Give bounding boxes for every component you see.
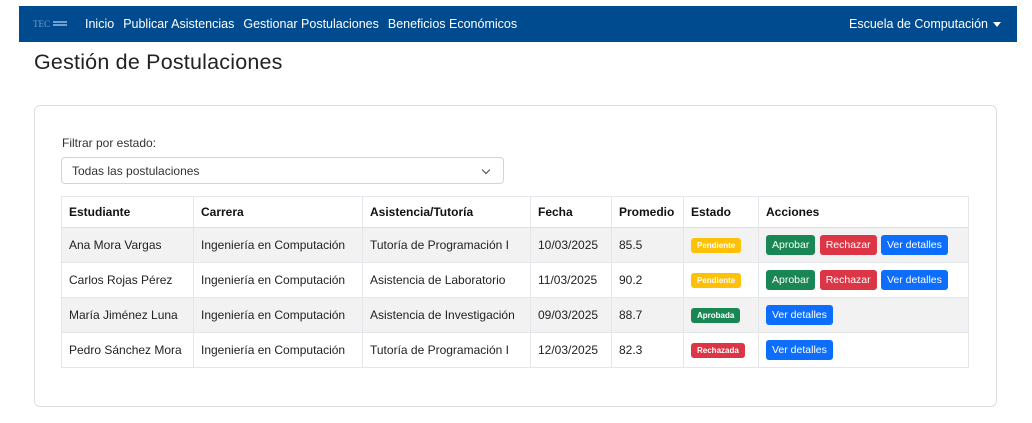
- cell-assistance: Asistencia de Investigación: [362, 297, 531, 333]
- cell-actions: Ver detalles: [758, 297, 969, 333]
- cell-date: 11/03/2025: [530, 262, 612, 298]
- reject-button[interactable]: Rechazar: [819, 270, 877, 290]
- nav-link-gestionar-postulaciones[interactable]: Gestionar Postulaciones: [243, 17, 379, 31]
- nav-link-beneficios-economicos[interactable]: Beneficios Económicos: [388, 17, 517, 31]
- status-filter-value: Todas las postulaciones: [72, 163, 200, 178]
- cell-student: Ana Mora Vargas: [61, 227, 194, 263]
- view-details-button[interactable]: Ver detalles: [766, 340, 833, 360]
- view-details-button[interactable]: Ver detalles: [766, 305, 833, 325]
- header-estado: Estado: [683, 196, 759, 228]
- table-header-row: Estudiante Carrera Asistencia/Tutoría Fe…: [61, 196, 969, 228]
- status-badge: Aprobada: [691, 308, 741, 323]
- cell-average: 85.5: [611, 227, 684, 263]
- cell-actions: Ver detalles: [758, 332, 969, 368]
- cell-assistance: Asistencia de Laboratorio: [362, 262, 531, 298]
- cell-student: Carlos Rojas Pérez: [61, 262, 194, 298]
- cell-date: 10/03/2025: [530, 227, 612, 263]
- cell-average: 90.2: [611, 262, 684, 298]
- header-asistencia: Asistencia/Tutoría: [362, 196, 531, 228]
- table-row: Carlos Rojas Pérez Ingeniería en Computa…: [61, 262, 969, 298]
- page-title: Gestión de Postulaciones: [34, 50, 283, 74]
- cell-actions: Aprobar Rechazar Ver detalles: [758, 262, 969, 298]
- view-details-button[interactable]: Ver detalles: [881, 235, 948, 255]
- cell-date: 12/03/2025: [530, 332, 612, 368]
- cell-average: 82.3: [611, 332, 684, 368]
- header-carrera: Carrera: [193, 196, 363, 228]
- cell-student: María Jiménez Luna: [61, 297, 194, 333]
- school-dropdown-label: Escuela de Computación: [849, 17, 988, 31]
- table-row: Ana Mora Vargas Ingeniería en Computació…: [61, 227, 969, 263]
- cell-assistance: Tutoría de Programación I: [362, 332, 531, 368]
- brand-text: TEC: [33, 19, 50, 29]
- brand-logo[interactable]: TEC: [33, 19, 67, 29]
- status-badge: Rechazada: [691, 343, 745, 358]
- applications-table: Estudiante Carrera Asistencia/Tutoría Fe…: [61, 196, 969, 368]
- cell-status: Pendiente: [683, 262, 759, 298]
- view-details-button[interactable]: Ver detalles: [881, 270, 948, 290]
- header-estudiante: Estudiante: [61, 196, 194, 228]
- table-row: Pedro Sánchez Mora Ingeniería en Computa…: [61, 332, 969, 368]
- postulaciones-card: Filtrar por estado: Todas las postulacio…: [34, 105, 997, 407]
- approve-button[interactable]: Aprobar: [766, 235, 816, 255]
- reject-button[interactable]: Rechazar: [819, 235, 877, 255]
- status-badge: Pendiente: [691, 238, 742, 253]
- table-row: María Jiménez Luna Ingeniería en Computa…: [61, 297, 969, 333]
- cell-student: Pedro Sánchez Mora: [61, 332, 194, 368]
- cell-actions: Aprobar Rechazar Ver detalles: [758, 227, 969, 263]
- cell-status: Rechazada: [683, 332, 759, 368]
- header-fecha: Fecha: [530, 196, 612, 228]
- cell-average: 88.7: [611, 297, 684, 333]
- header-acciones: Acciones: [758, 196, 969, 228]
- cell-status: Pendiente: [683, 227, 759, 263]
- chevron-down-icon: [481, 165, 491, 175]
- caret-down-icon: [993, 21, 1001, 27]
- cell-career: Ingeniería en Computación: [193, 262, 363, 298]
- cell-career: Ingeniería en Computación: [193, 332, 363, 368]
- cell-date: 09/03/2025: [530, 297, 612, 333]
- filter-label: Filtrar por estado:: [62, 136, 157, 150]
- school-dropdown[interactable]: Escuela de Computación: [849, 17, 1001, 31]
- logo-lines-icon: [53, 21, 67, 23]
- nav-link-publicar-asistencias[interactable]: Publicar Asistencias: [123, 17, 234, 31]
- cell-status: Aprobada: [683, 297, 759, 333]
- approve-button[interactable]: Aprobar: [766, 270, 816, 290]
- cell-career: Ingeniería en Computación: [193, 297, 363, 333]
- cell-assistance: Tutoría de Programación I: [362, 227, 531, 263]
- nav-link-inicio[interactable]: Inicio: [85, 17, 114, 31]
- status-filter-select[interactable]: Todas las postulaciones: [61, 157, 504, 184]
- nav-links: Inicio Publicar Asistencias Gestionar Po…: [85, 17, 526, 31]
- cell-career: Ingeniería en Computación: [193, 227, 363, 263]
- header-promedio: Promedio: [611, 196, 684, 228]
- status-badge: Pendiente: [691, 273, 742, 288]
- top-navbar: TEC Inicio Publicar Asistencias Gestiona…: [19, 6, 1017, 42]
